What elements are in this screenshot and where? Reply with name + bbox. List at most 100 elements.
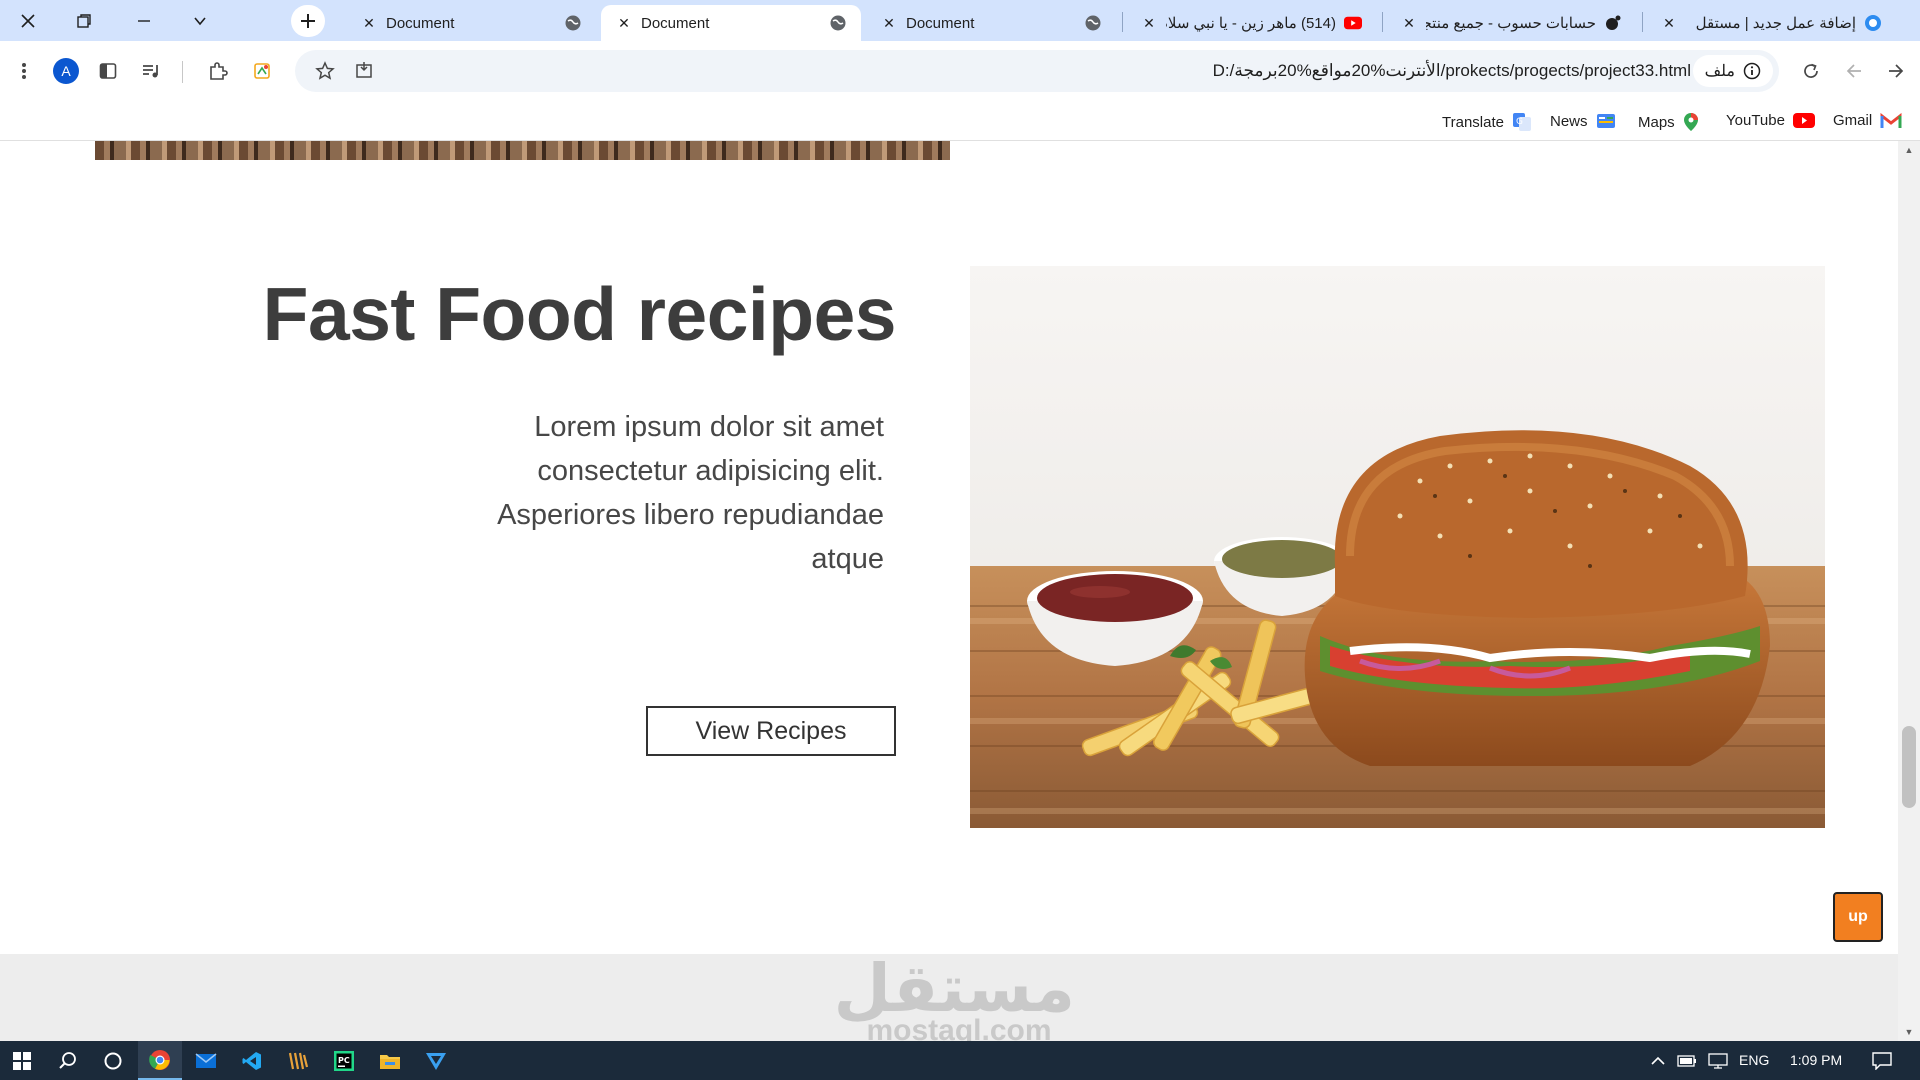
install-icon	[356, 62, 372, 78]
sandwich-fries-illustration	[970, 266, 1825, 828]
scrollbar-thumb[interactable]	[1902, 726, 1916, 808]
tab-close-icon[interactable]: ✕	[1400, 15, 1418, 32]
pycharm-icon: PC	[334, 1050, 354, 1071]
bookmarks-bar: Translate G News Maps YouTube Gmail	[0, 103, 1920, 141]
tab-title: إضافة عمل جديد | مستقل	[1695, 15, 1856, 32]
tab-close-icon[interactable]: ✕	[615, 15, 633, 32]
tab-youtube[interactable]: ✕ (514) ماهر زين - يا نبي سلام	[1126, 5, 1376, 41]
extensions-button[interactable]	[200, 53, 236, 89]
windows-logo-icon	[13, 1051, 31, 1070]
toolbar-divider	[182, 61, 183, 83]
task-view-button[interactable]	[91, 1041, 135, 1080]
scroll-up-button[interactable]: up	[1833, 892, 1883, 942]
news-icon	[1596, 114, 1615, 128]
extension-colorful-icon	[254, 63, 270, 79]
svg-text:PC: PC	[338, 1056, 350, 1065]
show-hidden-icons-button[interactable]	[1644, 1041, 1672, 1080]
restore-window-button[interactable]	[56, 0, 112, 41]
page-scrollbar[interactable]: ▲ ▼	[1898, 141, 1920, 1041]
site-info-chip[interactable]: ملف	[1692, 55, 1773, 87]
footer-band: مستقل mostaql.com	[0, 954, 1898, 1041]
bookmark-maps[interactable]: Maps	[1638, 112, 1699, 132]
bookmark-youtube[interactable]: YouTube	[1726, 112, 1815, 129]
globe-icon	[1084, 14, 1102, 32]
url-text[interactable]: D:/الأنترنت%20مواقع%20برمجة/prokects/pro…	[1213, 61, 1691, 81]
avatar: A	[53, 58, 79, 84]
forward-button[interactable]	[1836, 53, 1872, 89]
tab-title: Document	[906, 14, 975, 32]
mostaql-watermark: مستقل mostaql.com	[834, 954, 1075, 1042]
bookmark-translate[interactable]: Translate G	[1442, 112, 1532, 132]
address-bar[interactable]: D:/الأنترنت%20مواقع%20برمجة/prokects/pro…	[295, 50, 1779, 92]
tab-title: Document	[641, 14, 710, 32]
vscode-icon	[242, 1051, 261, 1070]
tab-document-1[interactable]: ✕ Document	[346, 5, 596, 41]
chevron-up-icon	[1651, 1056, 1665, 1065]
restore-icon	[77, 13, 91, 28]
queue-music-icon	[143, 65, 158, 78]
reload-button[interactable]	[1793, 53, 1829, 89]
taskbar-vscode[interactable]	[230, 1041, 274, 1080]
tab-close-icon[interactable]: ✕	[1660, 15, 1678, 32]
network-icon	[1708, 1052, 1728, 1069]
side-panel-button[interactable]	[90, 53, 126, 89]
new-tab-button[interactable]	[291, 5, 325, 37]
info-icon	[1743, 62, 1761, 80]
tab-hsoub[interactable]: ✕ حسابات حسوب - جميع منتجات	[1386, 5, 1636, 41]
tab-document-3[interactable]: ✕ Document	[866, 5, 1116, 41]
taskbar-chrome[interactable]	[138, 1041, 182, 1080]
tab-close-icon[interactable]: ✕	[1140, 15, 1158, 32]
bookmark-label: Maps	[1638, 113, 1675, 131]
mostaql-icon	[1864, 14, 1882, 32]
tab-document-active[interactable]: ✕ Document	[601, 5, 861, 41]
kebab-menu-icon	[22, 63, 26, 79]
extension-pinned-button[interactable]	[244, 53, 280, 89]
bookmark-star-button[interactable]	[307, 53, 343, 89]
taskbar-sublime[interactable]	[276, 1041, 320, 1080]
section-description: Lorem ipsum dolor sit amet consectetur a…	[497, 411, 884, 575]
site-info-label: ملف	[1704, 63, 1735, 80]
media-controls-button[interactable]	[133, 53, 169, 89]
taskbar-app-vector[interactable]	[414, 1041, 458, 1080]
language-indicator[interactable]: ENG	[1739, 1052, 1769, 1068]
notifications-button[interactable]	[1860, 1041, 1904, 1080]
taskbar-mail[interactable]	[184, 1041, 228, 1080]
bookmark-news[interactable]: News	[1550, 112, 1616, 130]
tab-close-icon[interactable]: ✕	[360, 15, 378, 32]
start-button[interactable]	[0, 1041, 44, 1080]
globe-icon	[829, 14, 847, 32]
tab-strip: ✕ Document ✕ Document ✕ Document ✕ (514)…	[0, 0, 1920, 41]
scroll-down-arrow-icon[interactable]: ▼	[1898, 1023, 1920, 1041]
hsoub-icon	[1604, 14, 1622, 32]
chrome-icon	[149, 1049, 170, 1070]
chevron-down-icon	[194, 16, 206, 25]
taskbar-file-explorer[interactable]	[368, 1041, 412, 1080]
watermark-latin: mostaql.com	[866, 1014, 1052, 1042]
clock[interactable]: 1:09 PM	[1790, 1052, 1842, 1068]
minimize-window-button[interactable]	[116, 0, 172, 41]
battery-button[interactable]	[1672, 1041, 1702, 1080]
back-button[interactable]	[1878, 53, 1914, 89]
close-window-button[interactable]	[0, 0, 56, 41]
view-recipes-button[interactable]: View Recipes	[646, 706, 896, 756]
reload-icon	[1804, 63, 1818, 78]
search-icon	[59, 1051, 76, 1069]
install-app-button[interactable]	[346, 53, 382, 89]
tab-search-button[interactable]	[172, 0, 228, 41]
scroll-up-arrow-icon[interactable]: ▲	[1898, 141, 1920, 159]
tab-mostaql[interactable]: ✕ إضافة عمل جديد | مستقل	[1646, 5, 1896, 41]
section-heading: Fast Food recipes	[262, 272, 897, 356]
plus-icon	[301, 14, 315, 28]
menu-button[interactable]	[6, 53, 42, 89]
browser-toolbar: A D:/الأنترنت%20مواقع%20برمجة/prokects/p…	[0, 41, 1920, 103]
close-icon	[21, 13, 35, 28]
tab-title: حسابات حسوب - جميع منتجات	[1426, 15, 1596, 32]
bookmark-label: News	[1550, 112, 1588, 130]
search-button[interactable]	[46, 1041, 90, 1080]
taskbar-pycharm[interactable]: PC	[322, 1041, 366, 1080]
network-button[interactable]	[1702, 1041, 1734, 1080]
tab-close-icon[interactable]: ✕	[880, 15, 898, 32]
profile-button[interactable]: A	[48, 53, 84, 89]
bookmark-gmail[interactable]: Gmail	[1833, 112, 1902, 129]
previous-section-image	[95, 141, 950, 160]
